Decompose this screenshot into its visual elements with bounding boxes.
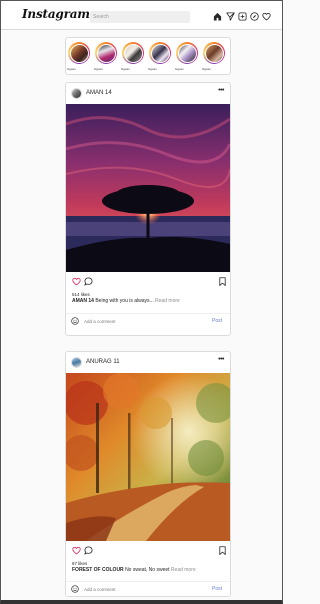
like-count: 514 likes [72, 292, 90, 297]
search-input[interactable] [90, 11, 190, 23]
comment-icon[interactable] [84, 277, 93, 286]
instagram-logo[interactable]: Instagram [22, 7, 90, 21]
feed-post: ANURAG 11 ••• 67 likes FOREST OF COLOUR … [65, 351, 231, 597]
more-options-icon[interactable]: ••• [218, 87, 224, 94]
caption-username[interactable]: AMAN 14 [72, 298, 94, 304]
like-icon[interactable] [72, 546, 81, 555]
story-item[interactable]: bigsan [94, 42, 117, 71]
bookmark-icon[interactable] [218, 277, 227, 286]
read-more-link[interactable]: Read more [171, 567, 196, 573]
post-actions [70, 277, 226, 287]
post-header: AMAN 14 ••• [66, 83, 230, 105]
emoji-icon[interactable] [71, 317, 79, 325]
like-icon[interactable] [72, 277, 81, 286]
comment-input[interactable] [84, 317, 194, 326]
story-avatar [204, 43, 224, 63]
like-count: 67 likes [72, 561, 88, 566]
story-username: bigsan [202, 67, 211, 71]
emoji-icon[interactable] [71, 585, 79, 593]
post-username[interactable]: ANURAG 11 [86, 359, 120, 365]
story-username: bigsan [121, 67, 130, 71]
story-item[interactable]: bigsan [121, 42, 144, 71]
top-navbar: Instagram [0, 0, 283, 30]
comment-row: Post [66, 581, 230, 597]
story-avatar [96, 43, 116, 63]
home-icon[interactable] [213, 12, 222, 21]
post-avatar[interactable] [71, 357, 82, 368]
explore-icon[interactable] [250, 12, 259, 21]
caption-text: Being with you is always... [95, 298, 154, 304]
story-username: bigsan [94, 67, 103, 71]
post-username[interactable]: AMAN 14 [86, 90, 112, 96]
post-comment-button[interactable]: Post [212, 586, 222, 592]
more-options-icon[interactable]: ••• [218, 356, 224, 363]
story-avatar [69, 43, 89, 63]
caption-username[interactable]: FOREST OF COLOUR [72, 567, 124, 573]
read-more-link[interactable]: Read more [155, 298, 180, 304]
send-icon[interactable] [226, 12, 235, 21]
post-image[interactable] [66, 104, 230, 272]
post-header: ANURAG 11 ••• [66, 352, 230, 374]
story-avatar [123, 43, 143, 63]
story-item[interactable]: bigsan [67, 42, 90, 71]
post-comment-button[interactable]: Post [212, 318, 222, 324]
caption-text: No sweat, No sweet [125, 567, 170, 573]
story-avatar [150, 43, 170, 63]
comment-input[interactable] [84, 585, 194, 594]
feed-post: AMAN 14 ••• 514 likes AMAN 14 Being with… [65, 82, 231, 336]
comment-icon[interactable] [84, 546, 93, 555]
story-username: bigsan [175, 67, 184, 71]
comment-row: Post [66, 313, 230, 329]
post-avatar[interactable] [71, 88, 82, 99]
stories-bar: bigsan bigsan bigsan bigsan bigsan bigsa… [65, 37, 231, 75]
story-username: bigsan [67, 67, 76, 71]
story-avatar [177, 43, 197, 63]
bookmark-icon[interactable] [218, 546, 227, 555]
post-caption: FOREST OF COLOUR No sweat, No sweet Read… [72, 567, 196, 573]
story-item[interactable]: bigsan [202, 42, 225, 71]
post-image[interactable] [66, 373, 230, 541]
add-icon[interactable] [238, 12, 247, 21]
post-actions [70, 546, 226, 556]
post-caption: AMAN 14 Being with you is always... Read… [72, 298, 180, 304]
story-item[interactable]: bigsan [148, 42, 171, 71]
heart-icon[interactable] [262, 12, 271, 21]
story-username: bigsan [148, 67, 157, 71]
story-item[interactable]: bigsan [175, 42, 198, 71]
